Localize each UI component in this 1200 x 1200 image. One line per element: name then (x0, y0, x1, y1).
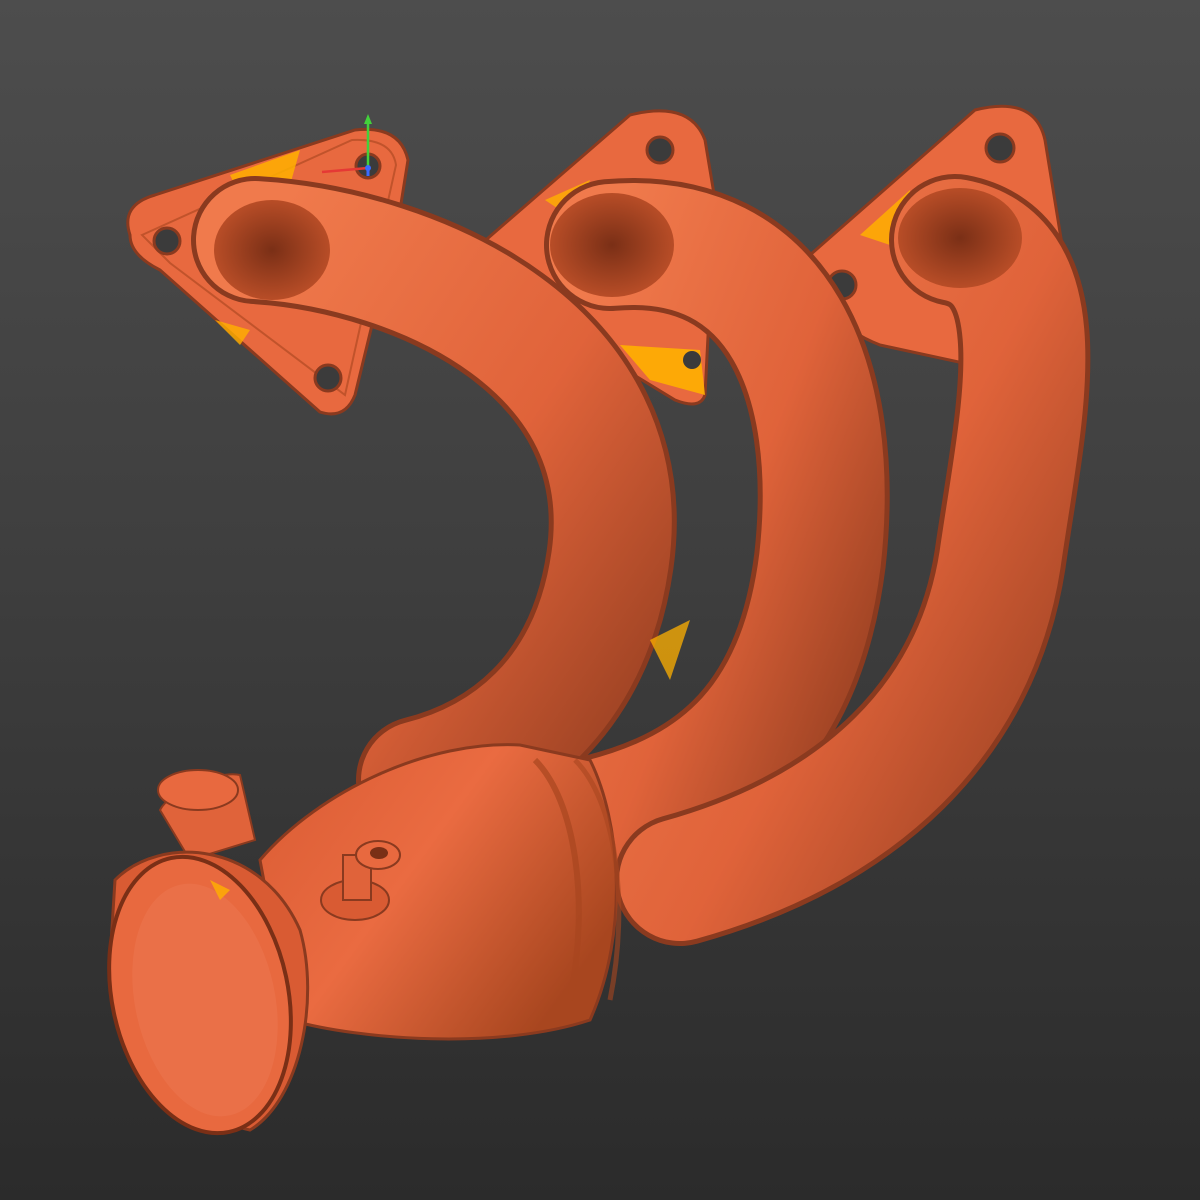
3d-viewport[interactable] (0, 0, 1200, 1200)
bolt-hole (984, 132, 1016, 164)
bolt-hole (313, 363, 343, 393)
bolt-hole (645, 135, 675, 165)
runner-opening (550, 193, 674, 297)
side-pipe[interactable] (157, 769, 257, 862)
runner-opening (898, 188, 1022, 288)
bolt-hole (683, 351, 701, 369)
bolt-hole (152, 226, 182, 256)
runner-opening (214, 200, 330, 300)
scene-canvas[interactable] (0, 0, 1200, 1200)
